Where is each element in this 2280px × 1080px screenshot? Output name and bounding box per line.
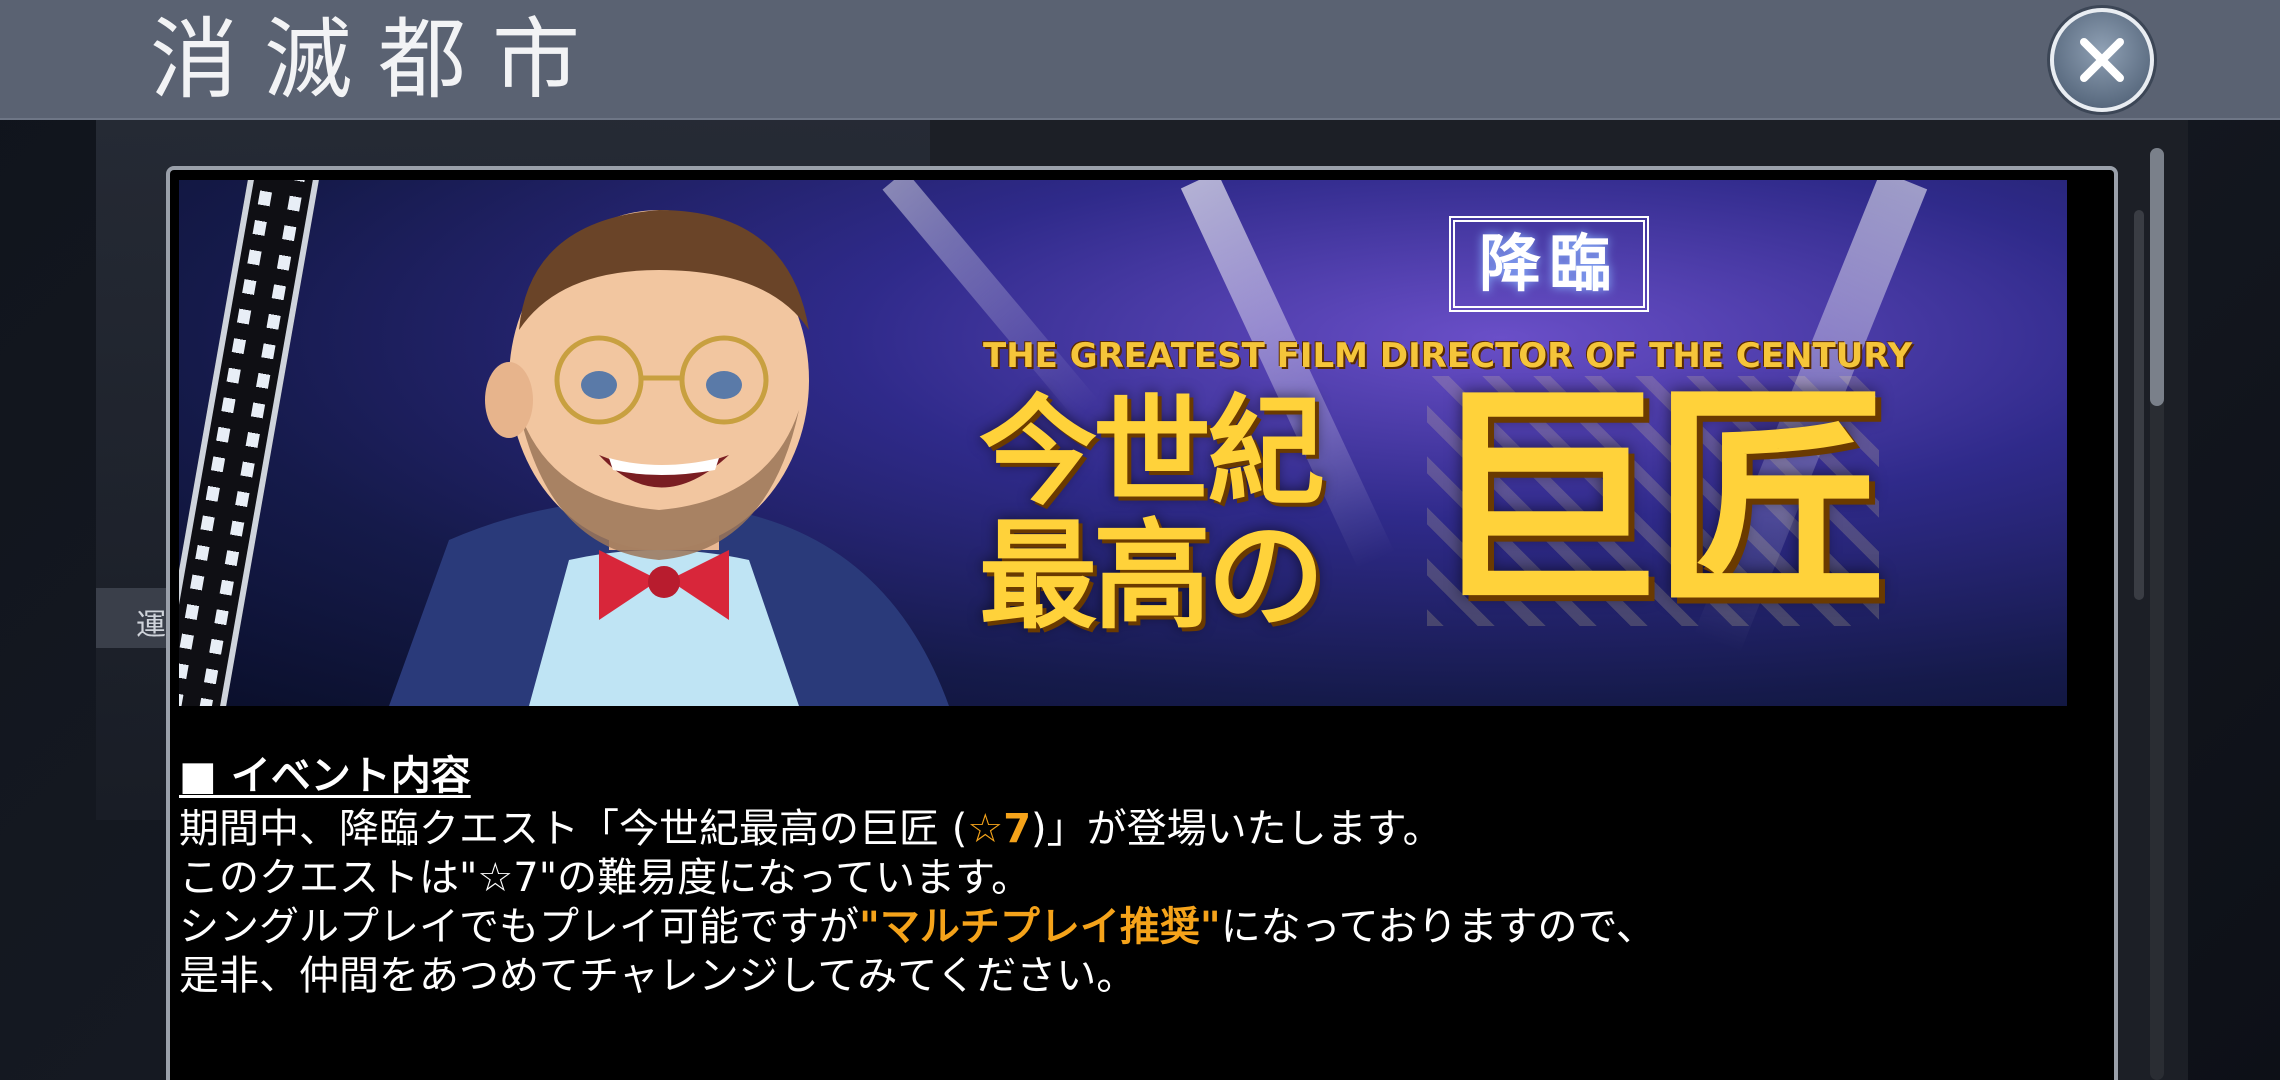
scrollbar-thumb[interactable] (2150, 148, 2164, 406)
banner-title-line1: 今世紀 (979, 383, 1325, 521)
star-rating: ☆7 (967, 806, 1032, 852)
event-description: ■ イベント内容 期間中、降臨クエスト「今世紀最高の巨匠 (☆7)」が登場いたし… (179, 752, 2059, 1001)
description-line-1: 期間中、降臨クエスト「今世紀最高の巨匠 (☆7)」が登場いたします。 (179, 805, 2059, 854)
banner-title-left: 今世紀 最高の (979, 383, 1325, 645)
close-icon (2080, 38, 2124, 82)
scrollbar-secondary (2134, 210, 2144, 600)
banner-title-line2: 最高の (979, 507, 1325, 645)
description-line-4: 是非、仲間をあつめてチャレンジしてみてください。 (179, 953, 1137, 999)
description-line-3: シングルプレイでもプレイ可能ですが"マルチプレイ推奨"になっておりますので、 (179, 903, 2059, 952)
description-line-2: このクエストは"☆7"の難易度になっています。 (179, 855, 1032, 901)
kourin-label: 降臨 (1449, 216, 1649, 312)
line1-text-a: 期間中、降臨クエスト「今世紀最高の巨匠 ( (179, 806, 968, 852)
line1-text-b: )」が登場いたします。 (1031, 806, 1443, 852)
close-button[interactable] (2050, 8, 2154, 112)
header-bar: 消滅都市 (0, 0, 2280, 120)
page-title: 消滅都市 (150, 8, 607, 111)
multiplay-recommended: "マルチプレイ推奨" (859, 904, 1221, 950)
line3-text-b: になっておりますので、 (1220, 904, 1656, 950)
banner-title-main: 巨匠 (1427, 363, 1889, 638)
film-strip (179, 180, 321, 706)
line3-text-a: シングルプレイでもプレイ可能ですが (179, 904, 859, 950)
event-banner: 降臨 THE GREATEST FILM DIRECTOR OF THE CEN… (179, 180, 2067, 706)
section-heading: ■ イベント内容 (179, 753, 471, 799)
